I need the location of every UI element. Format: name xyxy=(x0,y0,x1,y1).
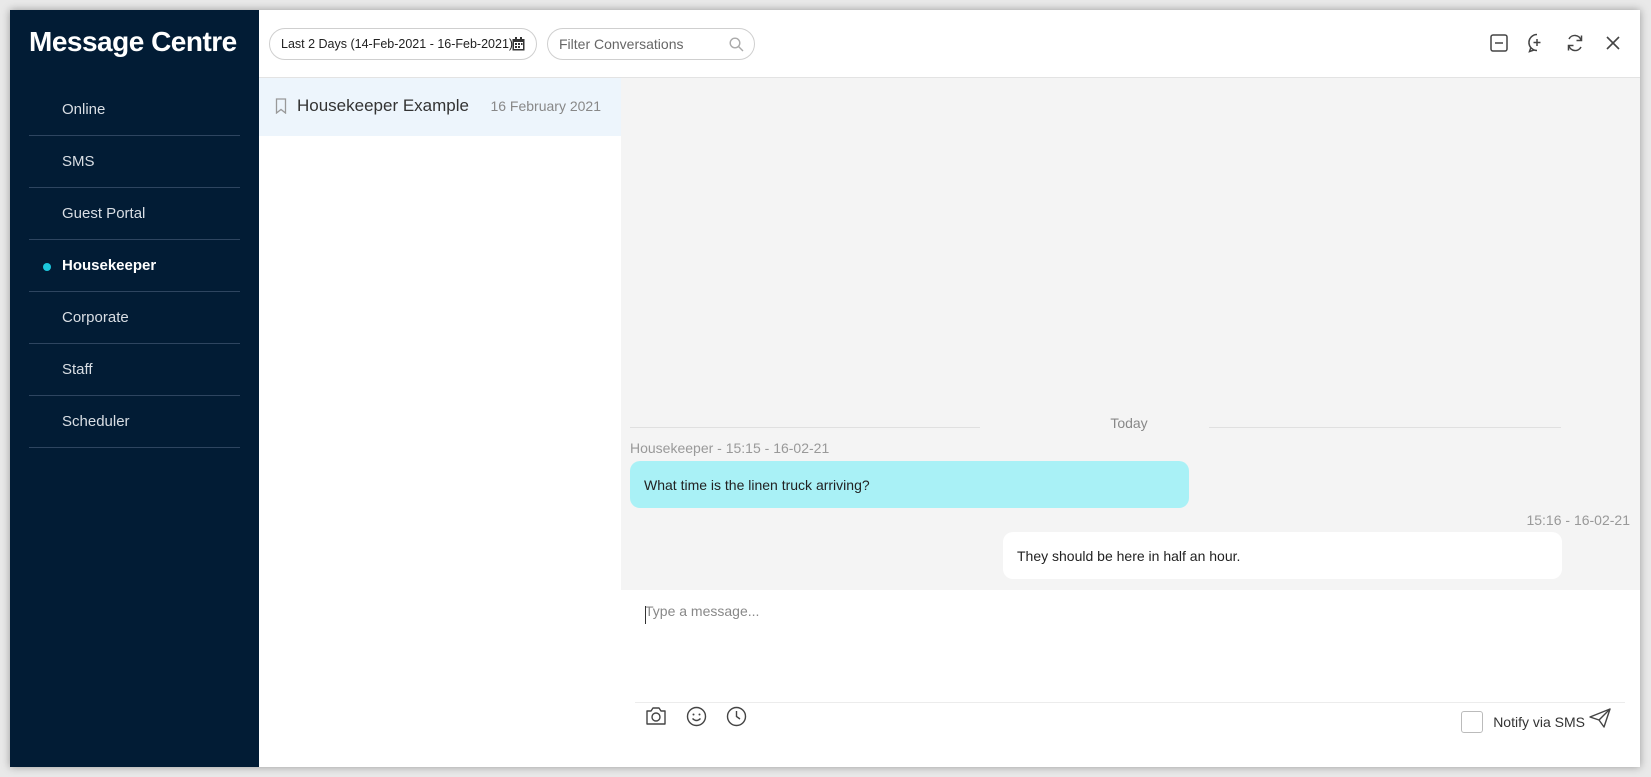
message-meta-incoming: Housekeeper - 15:15 - 16-02-21 xyxy=(630,440,830,456)
day-divider-line-left xyxy=(630,427,980,428)
chat-history[interactable]: Today Housekeeper - 15:15 - 16-02-21 Wha… xyxy=(621,78,1640,590)
calendar-icon[interactable] xyxy=(512,37,525,54)
sidebar-item-scheduler[interactable]: Scheduler xyxy=(29,396,240,448)
message-text: They should be here in half an hour. xyxy=(1017,547,1241,564)
camera-icon[interactable] xyxy=(645,705,667,727)
sidebar-item-label: Guest Portal xyxy=(62,205,146,222)
search-icon[interactable] xyxy=(729,37,744,55)
date-range-label: Last 2 Days (14-Feb-2021 - 16-Feb-2021) xyxy=(281,37,514,51)
sidebar-item-online[interactable]: Online xyxy=(29,84,240,136)
refresh-icon[interactable] xyxy=(1564,32,1586,54)
sidebar: Message Centre Online SMS Guest Portal H… xyxy=(10,10,259,767)
sidebar-item-housekeeper[interactable]: Housekeeper xyxy=(29,240,240,292)
bookmark-icon[interactable] xyxy=(275,98,287,119)
message-composer: Notify via SMS xyxy=(621,590,1645,767)
notify-sms-label: Notify via SMS xyxy=(1493,714,1585,730)
conversation-date: 16 February 2021 xyxy=(490,98,601,114)
sidebar-item-label: SMS xyxy=(62,153,95,170)
send-icon[interactable] xyxy=(1588,707,1612,734)
emoji-icon[interactable] xyxy=(685,705,707,727)
sidebar-item-sms[interactable]: SMS xyxy=(29,136,240,188)
text-cursor xyxy=(645,606,646,624)
active-indicator-dot xyxy=(43,263,51,271)
sidebar-item-label: Scheduler xyxy=(62,413,130,430)
filter-conversations-input[interactable]: Filter Conversations xyxy=(547,28,755,60)
date-range-picker[interactable]: Last 2 Days (14-Feb-2021 - 16-Feb-2021) xyxy=(269,28,537,60)
message-input[interactable] xyxy=(635,598,1645,700)
message-centre-window: Message Centre Online SMS Guest Portal H… xyxy=(10,10,1645,767)
sidebar-item-label: Housekeeper xyxy=(62,257,157,274)
composer-tools xyxy=(645,705,747,727)
message-meta-outgoing: 15:16 - 16-02-21 xyxy=(1526,512,1630,528)
sidebar-item-label: Staff xyxy=(62,361,93,378)
message-bubble-incoming: What time is the linen truck arriving? xyxy=(630,461,1189,508)
sidebar-item-staff[interactable]: Staff xyxy=(29,344,240,396)
new-conversation-icon[interactable] xyxy=(1526,32,1548,54)
conversation-list: Housekeeper Example 16 February 2021 xyxy=(259,78,622,767)
day-divider-line-right xyxy=(1209,427,1561,428)
message-bubble-outgoing: They should be here in half an hour. xyxy=(1003,532,1562,579)
window-actions xyxy=(1488,32,1624,54)
sidebar-item-guest-portal[interactable]: Guest Portal xyxy=(29,188,240,240)
message-text: What time is the linen truck arriving? xyxy=(644,476,870,493)
filter-placeholder: Filter Conversations xyxy=(559,36,684,52)
sidebar-item-corporate[interactable]: Corporate xyxy=(29,292,240,344)
clock-icon[interactable] xyxy=(725,705,747,727)
sidebar-nav: Online SMS Guest Portal Housekeeper Corp… xyxy=(29,84,240,448)
sidebar-item-label: Corporate xyxy=(62,309,129,326)
sidebar-item-label: Online xyxy=(62,101,106,118)
minimize-icon[interactable] xyxy=(1488,32,1510,54)
notify-sms-checkbox[interactable] xyxy=(1461,711,1484,733)
day-separator: Today xyxy=(1110,415,1148,431)
notify-via-sms: Notify via SMS xyxy=(1461,711,1585,733)
app-title: Message Centre xyxy=(29,26,237,57)
conversation-name: Housekeeper Example xyxy=(297,96,469,115)
composer-divider xyxy=(635,702,1625,703)
close-icon[interactable] xyxy=(1602,32,1624,54)
top-toolbar: Last 2 Days (14-Feb-2021 - 16-Feb-2021) … xyxy=(259,10,1640,78)
conversation-item[interactable]: Housekeeper Example 16 February 2021 xyxy=(259,78,621,136)
